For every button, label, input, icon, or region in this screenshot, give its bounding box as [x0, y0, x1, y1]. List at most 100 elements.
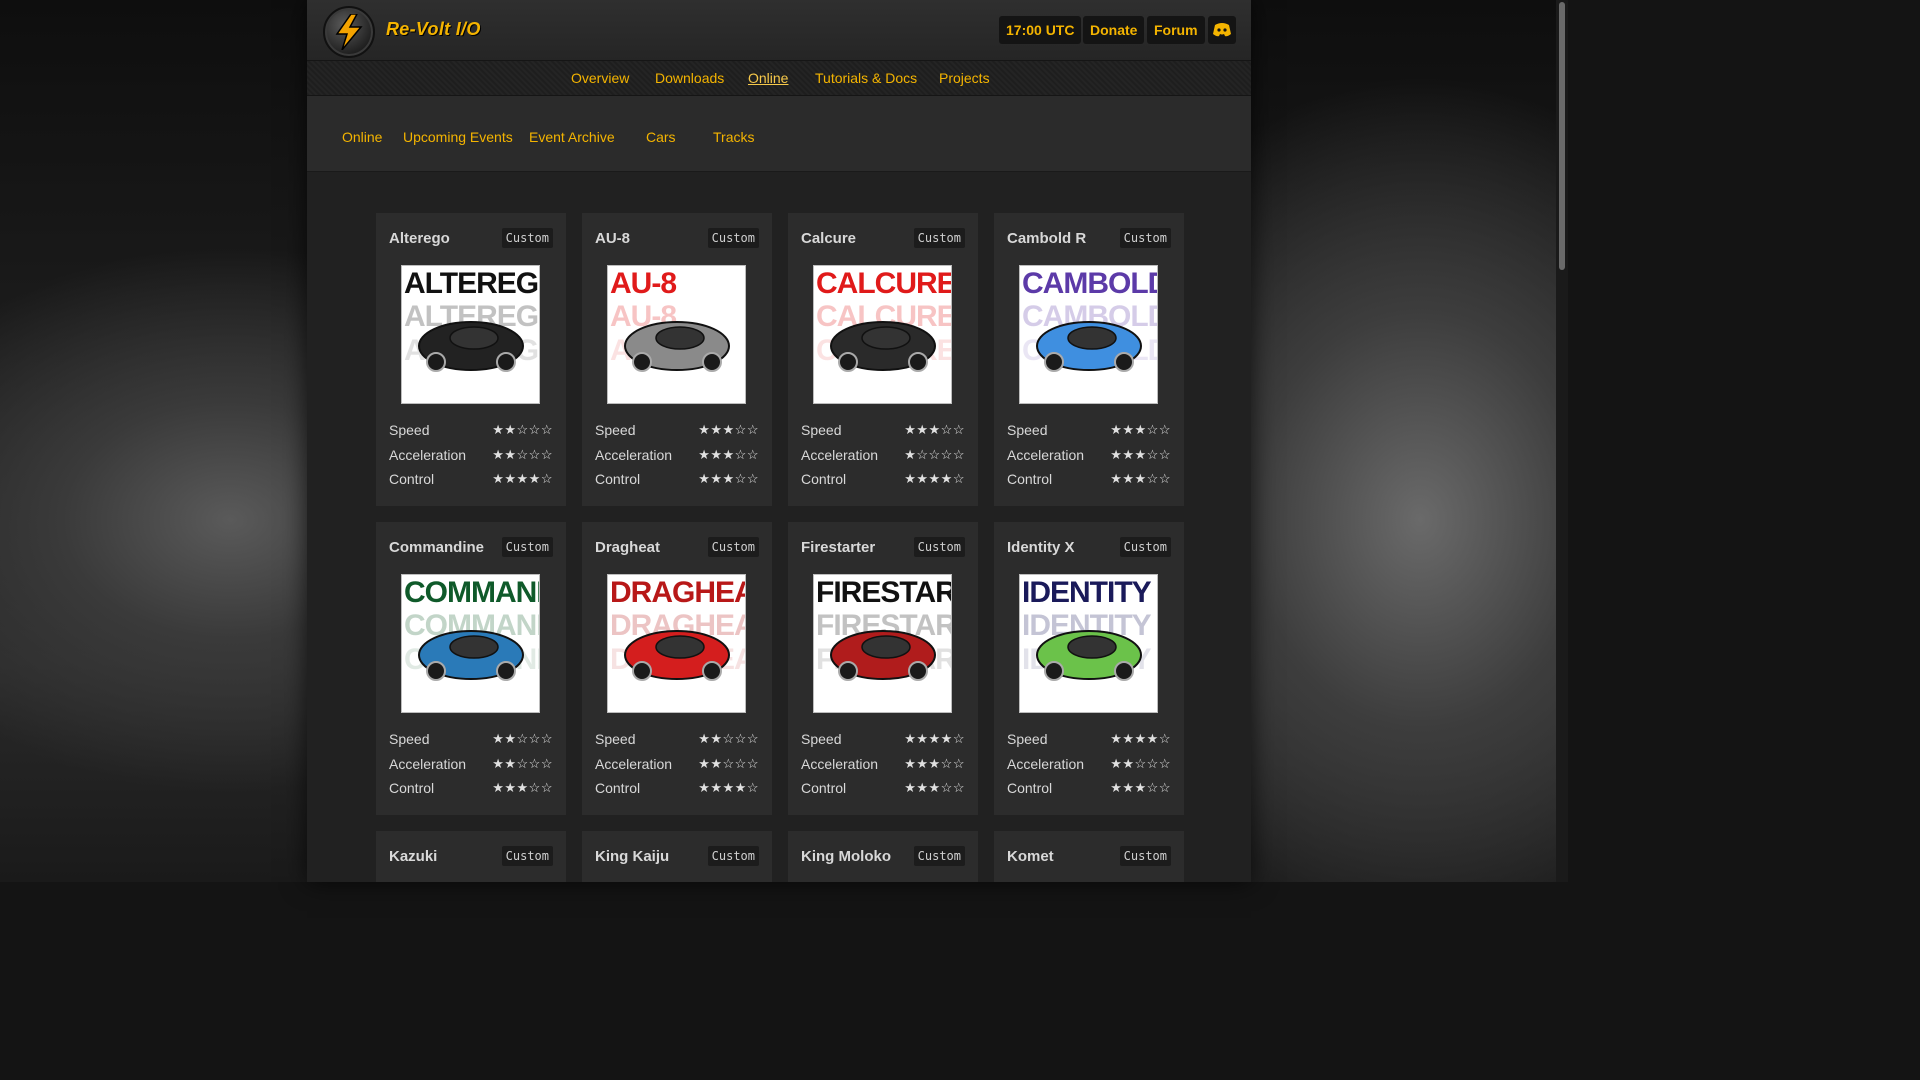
star-rating-icon: ★★★☆☆: [1110, 780, 1171, 795]
subnav-upcoming-events[interactable]: Upcoming Events: [403, 129, 513, 145]
car-thumbnail[interactable]: AU-8AU-8AU-8: [607, 265, 746, 404]
car-card[interactable]: Identity X Custom IDENTITY XIDENTITY XIDEN…: [994, 522, 1184, 815]
car-name[interactable]: Alterego: [389, 230, 450, 247]
stat-label: Speed: [389, 422, 430, 438]
car-thumbnail[interactable]: CAMBOLDCAMBOLDCAMBOLD: [1019, 265, 1158, 404]
stat-row-speed: Speed ★★★★☆: [801, 731, 965, 751]
stat-label: Acceleration: [801, 755, 879, 772]
car-card[interactable]: King Kaiju Custom: [582, 831, 772, 882]
stat-label: Control: [595, 780, 641, 796]
stat-label: Acceleration: [1007, 755, 1085, 772]
stat-label: Acceleration: [389, 755, 467, 772]
stat-label: Speed: [595, 422, 636, 438]
donate-button[interactable]: Donate: [1083, 16, 1145, 44]
car-card[interactable]: Komet Custom: [994, 831, 1184, 882]
brand-title[interactable]: Re-Volt I/O: [386, 19, 481, 40]
stat-label: Control: [595, 471, 641, 487]
stat-row-control: Control ★★★☆☆: [595, 471, 759, 491]
car-category-badge: Custom: [501, 846, 553, 866]
nav-tutorials-docs[interactable]: Tutorials & Docs: [815, 70, 917, 86]
stat-label: Acceleration: [801, 446, 879, 463]
car-card[interactable]: Calcure Custom CALCURECALCURECALCURE Speed ★…: [788, 213, 978, 506]
car-card[interactable]: Cambold R Custom CAMBOLDCAMBOLDCAMBOLD Spee…: [994, 213, 1184, 506]
car-model-icon: [624, 321, 730, 372]
nav-projects[interactable]: Projects: [939, 70, 990, 86]
subnav-event-archive[interactable]: Event Archive: [529, 129, 615, 145]
stat-row-control: Control ★★★★☆: [595, 780, 759, 800]
car-thumbnail[interactable]: ALTEREGOALTEREGOALTEREGO: [401, 265, 540, 404]
car-model-icon: [1036, 630, 1142, 681]
car-card[interactable]: Dragheat Custom DRAGHEATDRAGHEATDRAGHEAT Sp…: [582, 522, 772, 815]
car-thumbnail[interactable]: FIRESTARTERFIRESTARTERFIRESTARTER: [813, 574, 952, 713]
nav-overview[interactable]: Overview: [571, 70, 629, 86]
stat-label: Control: [389, 780, 435, 796]
lightning-logo-icon[interactable]: [323, 6, 375, 58]
car-thumbnail[interactable]: IDENTITY XIDENTITY XIDENTITY X: [1019, 574, 1158, 713]
car-category-badge: Custom: [501, 537, 553, 557]
forum-button[interactable]: Forum: [1147, 16, 1205, 44]
scrollbar-thumb[interactable]: [1559, 2, 1565, 270]
star-rating-icon: ★★★☆☆: [1110, 471, 1171, 486]
stat-row-control: Control ★★★☆☆: [1007, 471, 1171, 491]
subnav-tracks[interactable]: Tracks: [713, 129, 754, 145]
star-rating-icon: ★★☆☆☆: [492, 755, 553, 771]
car-category-badge: Custom: [707, 228, 759, 248]
car-name[interactable]: King Kaiju: [595, 848, 669, 865]
utc-clock: 17:00 UTC: [999, 16, 1082, 44]
car-card[interactable]: Alterego Custom ALTEREGOALTEREGOALTEREGO Sp…: [376, 213, 566, 506]
stat-row-control: Control ★★★★☆: [801, 471, 965, 491]
car-card[interactable]: Kazuki Custom: [376, 831, 566, 882]
stat-row-control: Control ★★★☆☆: [1007, 780, 1171, 800]
star-rating-icon: ★★★★☆: [1110, 731, 1171, 746]
star-rating-icon: ★☆☆☆☆: [904, 446, 965, 462]
car-thumbnail-text: CAMBOLD: [1022, 267, 1158, 300]
car-thumbnail[interactable]: COMMANDINECOMMANDINECOMMANDINE: [401, 574, 540, 713]
car-card[interactable]: Commandine Custom COMMANDINECOMMANDINECOMM…: [376, 522, 566, 815]
car-name[interactable]: Calcure: [801, 230, 856, 247]
subnav-cars[interactable]: Cars: [646, 129, 676, 145]
subnav-online[interactable]: Online: [342, 129, 382, 145]
stat-label: Control: [801, 780, 847, 796]
car-name[interactable]: Identity X: [1007, 539, 1075, 556]
car-name[interactable]: AU-8: [595, 230, 630, 247]
car-name[interactable]: Dragheat: [595, 539, 660, 556]
star-rating-icon: ★★★☆☆: [698, 471, 759, 486]
star-rating-icon: ★★★☆☆: [1110, 422, 1171, 437]
top-bar: Re-Volt I/O 17:00 UTC Donate Forum: [307, 0, 1251, 61]
stat-row-speed: Speed ★★☆☆☆: [595, 731, 759, 751]
stat-row-control: Control ★★★☆☆: [801, 780, 965, 800]
car-thumbnail[interactable]: DRAGHEATDRAGHEATDRAGHEAT: [607, 574, 746, 713]
star-rating-icon: ★★☆☆☆: [492, 446, 553, 462]
car-model-icon: [830, 630, 936, 681]
discord-icon: [1213, 23, 1231, 37]
nav-downloads[interactable]: Downloads: [655, 70, 724, 86]
car-card[interactable]: King Moloko Custom: [788, 831, 978, 882]
car-name[interactable]: Kazuki: [389, 848, 437, 865]
car-thumbnail-text: IDENTITY X: [1022, 576, 1157, 609]
car-category-badge: Custom: [707, 537, 759, 557]
car-card[interactable]: AU-8CustomAU-8AU-8AU-8Speed★★★☆☆Accelera…: [582, 213, 772, 506]
star-rating-icon: ★★★☆☆: [698, 446, 759, 462]
car-name[interactable]: King Moloko: [801, 848, 891, 865]
sub-nav: Online Upcoming Events Event Archive Car…: [307, 96, 1251, 172]
nav-online[interactable]: Online: [748, 70, 788, 86]
page-container: Re-Volt I/O 17:00 UTC Donate Forum Overv…: [307, 0, 1251, 882]
scrollbar[interactable]: [1556, 0, 1568, 882]
car-name[interactable]: Commandine: [389, 539, 484, 556]
star-rating-icon: ★★★★☆: [492, 471, 553, 486]
star-rating-icon: ★★★☆☆: [698, 422, 759, 437]
car-model-icon: [830, 321, 936, 372]
car-name[interactable]: Cambold R: [1007, 230, 1086, 247]
car-name[interactable]: Komet: [1007, 848, 1054, 865]
stat-row-acceleration: Acceleration ★★★☆☆: [595, 447, 759, 467]
car-category-badge: Custom: [501, 228, 553, 248]
car-card[interactable]: Firestarter Custom FIRESTARTERFIRESTARTERF…: [788, 522, 978, 815]
stat-label: Speed: [1007, 731, 1048, 747]
car-thumbnail[interactable]: CALCURECALCURECALCURE: [813, 265, 952, 404]
car-category-badge: Custom: [1119, 228, 1171, 248]
discord-button[interactable]: [1208, 16, 1236, 44]
star-rating-icon: ★★★☆☆: [492, 780, 553, 795]
car-name[interactable]: Firestarter: [801, 539, 875, 556]
star-rating-icon: ★★★☆☆: [904, 422, 965, 437]
stat-row-control: Control ★★★☆☆: [389, 780, 553, 800]
